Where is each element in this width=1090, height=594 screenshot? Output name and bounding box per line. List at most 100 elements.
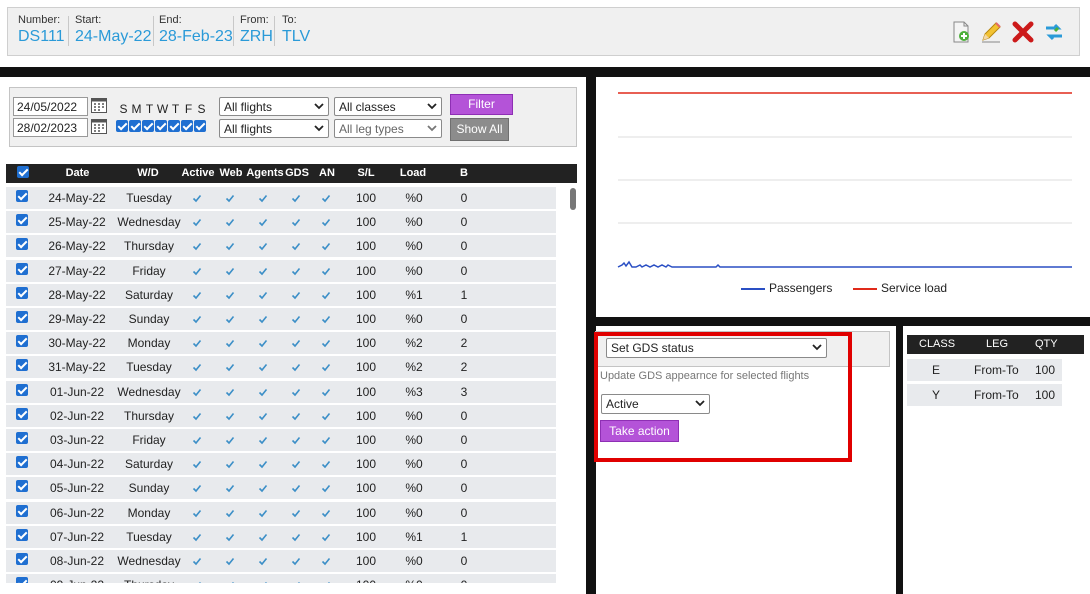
web-check-icon[interactable] [225, 289, 235, 299]
row-checkbox[interactable] [16, 407, 28, 420]
an-check-icon[interactable] [321, 361, 331, 372]
gds-check-icon[interactable] [291, 337, 301, 348]
agents-check-icon[interactable] [258, 216, 268, 227]
gds-check-icon[interactable] [291, 361, 301, 372]
row-checkbox[interactable] [16, 456, 28, 469]
select-all-checkbox[interactable] [17, 166, 29, 178]
agents-check-icon[interactable] [258, 579, 268, 583]
active-check-icon[interactable] [192, 313, 202, 324]
row-checkbox[interactable] [16, 432, 28, 444]
table-row[interactable]: 28-May-22 Saturday 100 %1 1 [6, 283, 556, 306]
active-check-icon[interactable] [192, 386, 202, 396]
active-check-icon[interactable] [192, 240, 202, 251]
web-check-icon[interactable] [225, 337, 235, 348]
pencil-edit-icon[interactable] [979, 20, 1003, 44]
row-checkbox[interactable] [16, 262, 28, 275]
gds-check-icon[interactable] [291, 555, 301, 566]
weekday-checkbox[interactable] [181, 119, 193, 132]
gds-check-icon[interactable] [291, 579, 301, 583]
weekday-checkbox[interactable] [129, 119, 141, 132]
row-checkbox[interactable] [16, 335, 28, 348]
web-check-icon[interactable] [225, 192, 235, 203]
table-row[interactable]: 31-May-22 Tuesday 100 %2 2 [6, 356, 556, 379]
flights-select[interactable]: All flights [219, 97, 329, 116]
table-row[interactable]: 30-May-22 Monday 100 %2 2 [6, 332, 556, 355]
table-row[interactable]: 03-Jun-22 Friday 100 %0 0 [6, 429, 556, 451]
an-check-icon[interactable] [321, 240, 331, 251]
show-all-button[interactable]: Show All [450, 118, 509, 141]
agents-check-icon[interactable] [258, 555, 268, 566]
row-checkbox[interactable] [16, 238, 28, 251]
web-check-icon[interactable] [225, 265, 235, 275]
an-check-icon[interactable] [321, 337, 331, 348]
flights-select-2[interactable]: All flights [219, 119, 329, 138]
active-check-icon[interactable] [192, 410, 202, 420]
active-check-icon[interactable] [192, 531, 202, 541]
web-check-icon[interactable] [225, 216, 235, 227]
table-row[interactable]: 04-Jun-22 Saturday 100 %0 0 [6, 453, 556, 476]
leg-types-select[interactable]: All leg types [334, 119, 442, 138]
web-check-icon[interactable] [225, 361, 235, 372]
gds-check-icon[interactable] [291, 265, 301, 275]
row-checkbox[interactable] [16, 311, 28, 323]
row-checkbox[interactable] [16, 286, 28, 299]
gds-check-icon[interactable] [291, 531, 301, 541]
web-check-icon[interactable] [225, 507, 235, 517]
gds-check-icon[interactable] [291, 216, 301, 227]
web-check-icon[interactable] [225, 386, 235, 396]
agents-check-icon[interactable] [258, 458, 268, 469]
active-check-icon[interactable] [192, 337, 202, 348]
weekday-checkbox[interactable] [155, 119, 167, 132]
table-row[interactable]: 27-May-22 Friday 100 %0 0 [6, 259, 556, 282]
agents-check-icon[interactable] [258, 240, 268, 251]
row-checkbox[interactable] [16, 553, 28, 565]
gds-check-icon[interactable] [291, 434, 301, 445]
column-header-active[interactable]: Active [180, 167, 216, 179]
an-check-icon[interactable] [321, 386, 331, 396]
calendar-icon[interactable] [91, 119, 107, 134]
an-check-icon[interactable] [321, 265, 331, 275]
weekday-checkbox[interactable] [142, 119, 154, 132]
column-header-gds[interactable]: GDS [285, 167, 309, 179]
end-date-input[interactable] [13, 118, 88, 137]
active-check-icon[interactable] [192, 482, 202, 493]
agents-check-icon[interactable] [258, 361, 268, 372]
classes-select[interactable]: All classes [334, 97, 442, 116]
row-checkbox[interactable] [16, 383, 28, 396]
agents-check-icon[interactable] [258, 410, 268, 420]
column-header-agents[interactable]: Agents [246, 167, 284, 179]
web-check-icon[interactable] [225, 434, 235, 445]
active-check-icon[interactable] [192, 434, 202, 445]
an-check-icon[interactable] [321, 289, 331, 299]
weekday-checkbox[interactable] [168, 119, 180, 132]
gds-check-icon[interactable] [291, 240, 301, 251]
an-check-icon[interactable] [321, 434, 331, 445]
an-check-icon[interactable] [321, 555, 331, 566]
column-header-an[interactable]: AN [314, 167, 340, 179]
row-checkbox[interactable] [16, 359, 28, 372]
column-header-load[interactable]: Load [393, 167, 433, 179]
agents-check-icon[interactable] [258, 313, 268, 324]
an-check-icon[interactable] [321, 458, 331, 469]
gds-check-icon[interactable] [291, 458, 301, 469]
web-check-icon[interactable] [225, 482, 235, 493]
gds-check-icon[interactable] [291, 507, 301, 517]
web-check-icon[interactable] [225, 555, 235, 566]
table-row[interactable]: 09-Jun-22 Thursday 100 %0 0 [6, 574, 556, 583]
row-checkbox[interactable] [16, 214, 28, 227]
table-row[interactable]: 26-May-22 Thursday 100 %0 0 [6, 235, 556, 258]
web-check-icon[interactable] [225, 240, 235, 251]
active-check-icon[interactable] [192, 579, 202, 583]
an-check-icon[interactable] [321, 482, 331, 493]
gds-check-icon[interactable] [291, 386, 301, 396]
filter-button[interactable]: Filter [450, 94, 513, 115]
table-row[interactable]: 06-Jun-22 Monday 100 %0 0 [6, 501, 556, 524]
gds-check-icon[interactable] [291, 482, 301, 493]
agents-check-icon[interactable] [258, 482, 268, 493]
table-row[interactable]: 05-Jun-22 Sunday 100 %0 0 [6, 477, 556, 500]
start-date-input[interactable] [13, 97, 88, 116]
column-header-web[interactable]: Web [218, 167, 244, 179]
web-check-icon[interactable] [225, 458, 235, 469]
column-header-date[interactable]: Date [50, 167, 105, 179]
web-check-icon[interactable] [225, 579, 235, 583]
